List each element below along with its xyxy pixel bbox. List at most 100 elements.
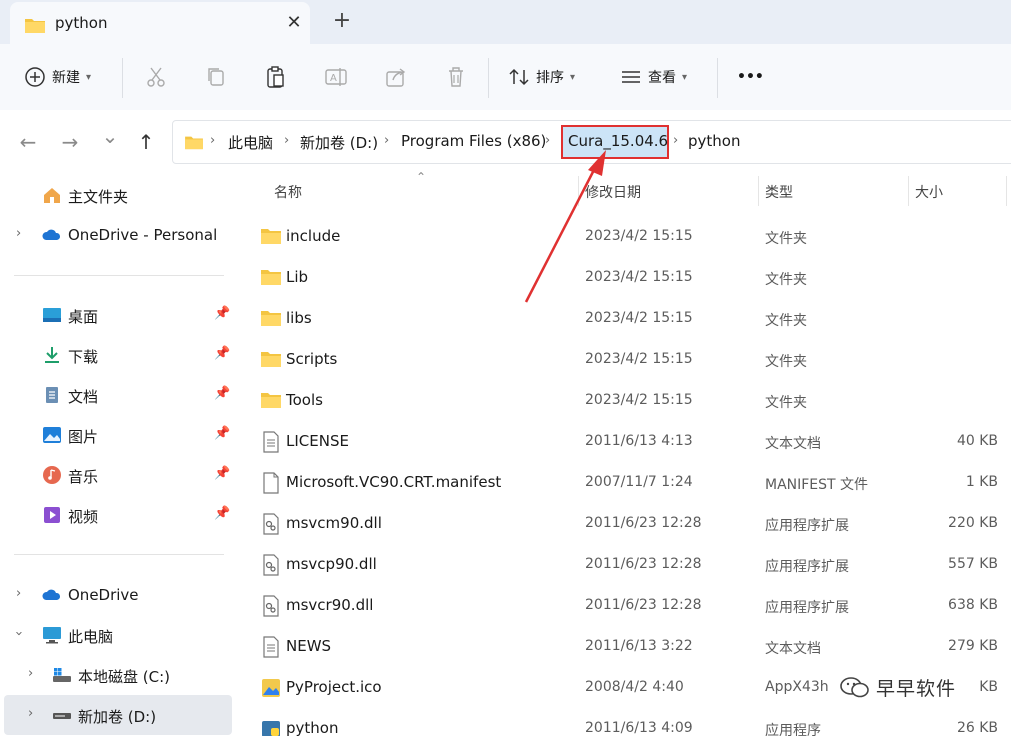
rename-icon[interactable]: A — [323, 64, 349, 90]
folder-icon — [261, 311, 281, 326]
breadcrumb-chevron-icon: › — [384, 133, 390, 148]
tab-strip: python ✕ + — [0, 0, 1011, 44]
pin-icon[interactable]: 📌 — [214, 306, 230, 321]
recent-locations-chevron-icon[interactable]: ⌄ — [98, 124, 122, 148]
cut-icon[interactable] — [143, 64, 169, 90]
breadcrumb-python[interactable]: python — [688, 132, 740, 150]
more-button[interactable]: ••• — [737, 63, 764, 91]
breadcrumb-this-pc[interactable]: 此电脑 — [228, 132, 273, 153]
new-tab-button[interactable]: + — [330, 9, 354, 33]
delete-icon[interactable] — [443, 64, 469, 90]
column-header-type[interactable]: 类型 — [765, 182, 793, 202]
sidebar-item-label: OneDrive - Personal — [68, 226, 218, 244]
sidebar-item-onedrive-personal[interactable]: › OneDrive - Personal — [0, 215, 232, 255]
sidebar-item-drive-d[interactable]: › 新加卷 (D:) — [4, 695, 232, 735]
new-button[interactable]: 新建 ▾ — [24, 63, 91, 91]
sidebar-item-music[interactable]: 音乐 📌 — [0, 455, 232, 495]
file-row[interactable]: Tools 2023/4/2 15:15 文件夹 — [252, 380, 1011, 421]
document-icon — [46, 387, 58, 403]
column-divider[interactable] — [578, 176, 579, 206]
sidebar-item-downloads[interactable]: 下载 📌 — [0, 335, 232, 375]
up-arrow-icon[interactable]: ↑ — [134, 130, 158, 154]
breadcrumb-chevron-icon: › — [673, 133, 679, 148]
file-row[interactable]: msvcm90.dll 2011/6/23 12:28 应用程序扩展 220 KB — [252, 503, 1011, 544]
file-name: LICENSE — [286, 432, 349, 450]
column-header-size[interactable]: 大小 — [915, 182, 943, 202]
file-name: include — [286, 227, 341, 245]
sidebar-item-pictures[interactable]: 图片 📌 — [0, 415, 232, 455]
back-arrow-icon[interactable]: ← — [16, 130, 40, 154]
sidebar-item-onedrive[interactable]: › OneDrive — [0, 575, 232, 615]
view-label: 查看 — [648, 70, 676, 86]
expand-chevron-icon[interactable]: › — [16, 586, 21, 601]
file-name: Microsoft.VC90.CRT.manifest — [286, 473, 502, 491]
file-type: 应用程序扩展 — [765, 600, 849, 616]
column-divider[interactable] — [758, 176, 759, 206]
pin-icon[interactable]: 📌 — [214, 386, 230, 401]
column-header-date[interactable]: 修改日期 — [585, 182, 641, 202]
file-name: libs — [286, 309, 312, 327]
file-date: 2011/6/13 4:09 — [585, 720, 693, 736]
sidebar-item-videos[interactable]: 视频 📌 — [0, 495, 232, 535]
navigation-pane: 主文件夹 › OneDrive - Personal 桌面 📌 下载 📌 文档 … — [0, 172, 236, 736]
copy-icon[interactable] — [203, 64, 229, 90]
file-size: 638 KB — [948, 597, 998, 613]
file-row[interactable]: msvcp90.dll 2011/6/23 12:28 应用程序扩展 557 KB — [252, 544, 1011, 585]
file-size: 1 KB — [965, 474, 998, 490]
column-header-name[interactable]: 名称 — [274, 182, 302, 202]
sidebar-item-label: 此电脑 — [68, 628, 114, 646]
file-row[interactable]: Lib 2023/4/2 15:15 文件夹 — [252, 257, 1011, 298]
pin-icon[interactable]: 📌 — [214, 346, 230, 361]
close-tab-icon[interactable]: ✕ — [282, 11, 306, 35]
sidebar-item-home[interactable]: 主文件夹 — [0, 175, 232, 215]
column-divider[interactable] — [908, 176, 909, 206]
breadcrumb-chevron-icon: › — [210, 133, 216, 148]
breadcrumb-cura[interactable]: Cura_15.04.6 — [568, 132, 668, 150]
watermark-text: 早早软件 — [876, 678, 957, 700]
file-row[interactable]: NEWS 2011/6/13 3:22 文本文档 279 KB — [252, 626, 1011, 667]
sidebar-item-this-pc[interactable]: › 此电脑 — [0, 615, 232, 655]
sidebar-item-desktop[interactable]: 桌面 📌 — [0, 295, 232, 335]
breadcrumb-chevron-icon: › — [545, 133, 551, 148]
pin-icon[interactable]: 📌 — [214, 506, 230, 521]
download-icon — [45, 347, 59, 363]
folder-icon — [261, 229, 281, 244]
file-row[interactable]: python 2011/6/13 4:09 应用程序 26 KB — [252, 708, 1011, 736]
sort-button[interactable]: 排序 ▾ — [508, 63, 575, 91]
tab-title: python — [55, 14, 108, 32]
sort-ascending-icon: ⌃ — [416, 170, 427, 184]
expand-chevron-icon[interactable]: › — [28, 706, 33, 721]
pin-icon[interactable]: 📌 — [214, 466, 230, 481]
file-row[interactable]: Microsoft.VC90.CRT.manifest 2007/11/7 1:2… — [252, 462, 1011, 503]
file-row[interactable]: msvcr90.dll 2011/6/23 12:28 应用程序扩展 638 KB — [252, 585, 1011, 626]
file-row[interactable]: LICENSE 2011/6/13 4:13 文本文档 40 KB — [252, 421, 1011, 462]
file-name: msvcr90.dll — [286, 596, 374, 614]
file-type: 应用程序扩展 — [765, 518, 849, 534]
breadcrumb-drive-d[interactable]: 新加卷 (D:) — [300, 132, 378, 153]
expand-chevron-icon[interactable]: › — [16, 226, 21, 241]
expand-chevron-icon[interactable]: › — [28, 666, 33, 681]
file-row[interactable]: Scripts 2023/4/2 15:15 文件夹 — [252, 339, 1011, 380]
separator — [717, 58, 718, 98]
breadcrumb-program-files[interactable]: Program Files (x86) — [401, 132, 546, 150]
file-type: 文件夹 — [765, 272, 807, 288]
sidebar-item-documents[interactable]: 文档 📌 — [0, 375, 232, 415]
paste-icon[interactable] — [263, 64, 289, 90]
address-bar[interactable]: › 此电脑 › 新加卷 (D:) › Program Files (x86) ›… — [172, 120, 1011, 164]
collapse-chevron-icon[interactable]: › — [11, 631, 26, 636]
file-row[interactable]: libs 2023/4/2 15:15 文件夹 — [252, 298, 1011, 339]
forward-arrow-icon[interactable]: → — [58, 130, 82, 154]
column-divider[interactable] — [1006, 176, 1007, 206]
tab-python[interactable]: python ✕ — [10, 2, 310, 44]
image-file-icon — [262, 679, 280, 697]
view-button[interactable]: 查看 ▾ — [620, 63, 687, 91]
svg-text:A: A — [330, 73, 337, 84]
share-icon[interactable] — [383, 64, 409, 90]
sidebar-item-label: OneDrive — [68, 586, 139, 604]
watermark: 早早软件 — [840, 674, 956, 701]
folder-icon — [261, 270, 281, 285]
pin-icon[interactable]: 📌 — [214, 426, 230, 441]
file-row[interactable]: include 2023/4/2 15:15 文件夹 — [252, 216, 1011, 257]
sidebar-item-drive-c[interactable]: › 本地磁盘 (C:) — [0, 655, 232, 695]
file-type: 应用程序 — [765, 723, 821, 736]
